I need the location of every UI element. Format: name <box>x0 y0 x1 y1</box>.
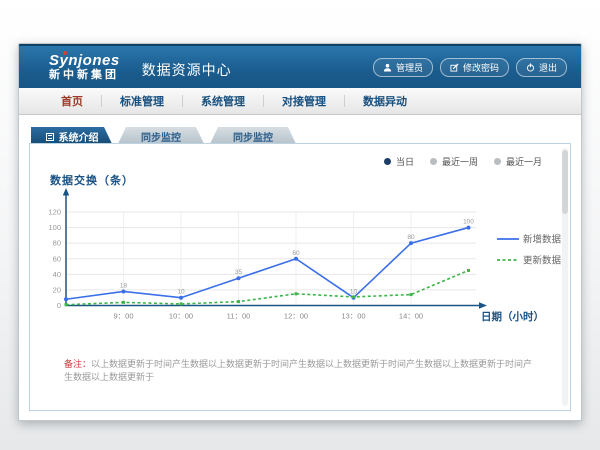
svg-text:新增数据: 新增数据 <box>523 234 562 246</box>
svg-text:0: 0 <box>57 301 61 310</box>
scrollbar-thumb[interactable] <box>562 150 568 214</box>
svg-text:80: 80 <box>53 239 61 248</box>
radio-dot <box>384 158 391 165</box>
svg-text:100: 100 <box>48 223 61 232</box>
change-password-label: 修改密码 <box>463 61 499 74</box>
vertical-scrollbar[interactable] <box>562 148 568 406</box>
svg-text:13：00: 13：00 <box>341 312 365 321</box>
time-range-filter: 当日 最近一周 最近一月 <box>384 155 542 168</box>
chart-panel: 当日 最近一周 最近一月 数据交换（条） 0 20 40 60 80 100 120 9：00… <box>29 143 571 411</box>
svg-text:9：00: 9：00 <box>113 312 133 321</box>
main-nav: 首页 标准管理 系统管理 对接管理 数据异动 <box>19 88 581 115</box>
app-window: Synjones 新中新集团 数据资源中心 管理员 修改密码 退出 首页 标准管… <box>18 43 582 421</box>
svg-text:20: 20 <box>53 285 61 294</box>
footnote: 备注：以上数据更新于时间产生数据以上数据更新于时间产生数据以上数据更新于时间产生… <box>64 358 540 383</box>
svg-text:更新数据: 更新数据 <box>523 255 562 267</box>
tab-label: 同步监控 <box>233 129 273 144</box>
radio-dot <box>494 158 501 165</box>
svg-text:120: 120 <box>48 208 61 217</box>
logout-button[interactable]: 退出 <box>516 58 567 77</box>
user-button-label: 管理员 <box>396 61 423 74</box>
tab-label: 系统介绍 <box>59 129 99 144</box>
svg-text:40: 40 <box>53 270 61 279</box>
nav-item-data-change[interactable]: 数据异动 <box>345 93 425 109</box>
nav-item-interface-mgmt[interactable]: 对接管理 <box>264 93 344 109</box>
logo-text-en: Synjones <box>49 53 120 68</box>
svg-text:10: 10 <box>350 289 358 296</box>
app-header: Synjones 新中新集团 数据资源中心 管理员 修改密码 退出 <box>19 44 581 88</box>
x-axis-title: 日期（小时） <box>481 309 544 324</box>
svg-text:10: 10 <box>177 289 185 296</box>
radio-dot <box>430 158 437 165</box>
filter-option-last-week[interactable]: 最近一周 <box>430 155 478 168</box>
filter-option-last-month[interactable]: 最近一月 <box>494 155 542 168</box>
user-icon <box>383 63 392 72</box>
nav-item-home[interactable]: 首页 <box>43 93 101 109</box>
user-button[interactable]: 管理员 <box>373 58 433 77</box>
footnote-prefix: 备注： <box>64 359 91 369</box>
nav-item-system-mgmt[interactable]: 系统管理 <box>183 93 263 109</box>
svg-text:80: 80 <box>407 234 415 241</box>
header-actions: 管理员 修改密码 退出 <box>373 46 567 88</box>
company-logo: Synjones 新中新集团 <box>49 53 120 81</box>
power-icon <box>526 63 535 72</box>
document-icon <box>46 133 54 141</box>
logout-label: 退出 <box>539 61 557 74</box>
edit-icon <box>450 63 459 72</box>
svg-text:10：00: 10：00 <box>169 312 193 321</box>
y-axis-title: 数据交换（条） <box>50 172 134 188</box>
svg-text:60: 60 <box>292 250 300 257</box>
svg-text:18: 18 <box>120 282 128 289</box>
svg-text:14：00: 14：00 <box>399 312 423 321</box>
logo-text-cn: 新中新集团 <box>49 70 120 81</box>
footnote-text: 以上数据更新于时间产生数据以上数据更新于时间产生数据以上数据更新于时间产生数据以… <box>64 359 532 382</box>
filter-option-today[interactable]: 当日 <box>384 155 414 168</box>
svg-text:60: 60 <box>53 254 61 263</box>
nav-item-standard-mgmt[interactable]: 标准管理 <box>102 93 182 109</box>
logo-red-dot-icon <box>63 51 67 55</box>
svg-text:11：00: 11：00 <box>227 312 251 321</box>
page-title: 数据资源中心 <box>142 60 232 80</box>
change-password-button[interactable]: 修改密码 <box>440 58 509 77</box>
svg-text:100: 100 <box>463 219 474 226</box>
tab-label: 同步监控 <box>141 129 181 144</box>
svg-text:35: 35 <box>235 269 243 276</box>
svg-text:12：00: 12：00 <box>284 312 308 321</box>
